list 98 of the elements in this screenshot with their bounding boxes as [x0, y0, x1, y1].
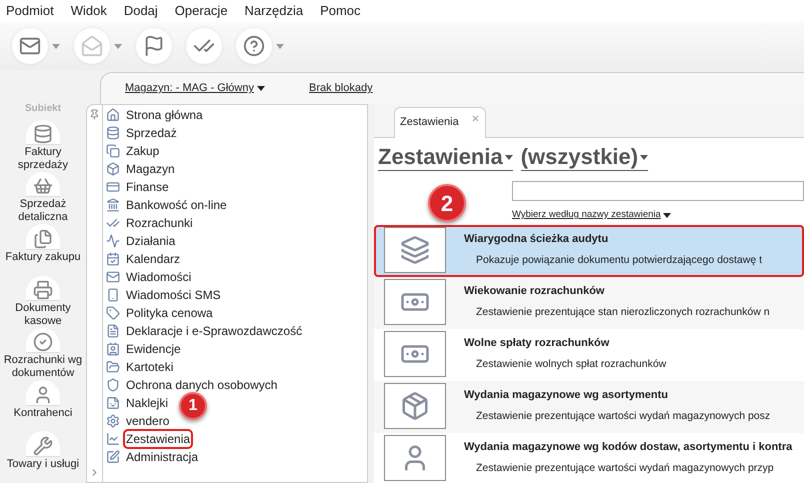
- pin-icon[interactable]: [89, 109, 100, 120]
- report-description: Zestawienie prezentujące wartości wydań magazynowych posz: [475, 408, 770, 424]
- folder-icon: [106, 360, 120, 374]
- caret-icon: [662, 212, 671, 218]
- warehouse-link[interactable]: Magazyn: - MAG - Główny: [125, 80, 265, 97]
- sidebar-item[interactable]: Faktury zakupu: [5, 250, 81, 264]
- toolbar-button[interactable]: [236, 28, 272, 64]
- documents-icon: [106, 144, 120, 158]
- check-icon: [33, 332, 53, 352]
- tree-item[interactable]: Kartoteki: [125, 359, 174, 375]
- chart-icon: [106, 432, 120, 446]
- menu-item[interactable]: Operacje: [174, 1, 228, 21]
- home-icon: [106, 108, 120, 122]
- tree-item[interactable]: Wiadomości SMS: [125, 287, 222, 303]
- tab[interactable]: Zestawienia: [394, 107, 486, 138]
- shield-icon: [106, 378, 120, 392]
- basket-icon: [33, 176, 53, 196]
- box-icon: [106, 162, 120, 176]
- annotation-badge: 2: [428, 184, 466, 222]
- tree-item[interactable]: Wiadomości: [125, 269, 192, 285]
- sticker-icon: [106, 396, 120, 410]
- sidebar-item[interactable]: Kontrahenci: [14, 406, 72, 420]
- tree-item[interactable]: Zestawienia: [125, 431, 192, 447]
- report-row[interactable]: Wolne spłaty rozrachunków Zestawienie wolnych spłat rozrachunków: [374, 329, 804, 382]
- edit-icon: [106, 450, 120, 464]
- flag-icon: [143, 35, 165, 57]
- envelope-icon: [106, 270, 120, 284]
- menu-item[interactable]: Widok: [70, 1, 107, 21]
- card-icon: [106, 180, 120, 194]
- open-envelope-icon: [81, 35, 103, 57]
- sidebar-item[interactable]: Faktury sprzedaży: [0, 146, 86, 172]
- activity-icon: [106, 234, 120, 248]
- tree-item[interactable]: Magazyn: [125, 161, 176, 177]
- tree-item[interactable]: Sprzedaż: [125, 125, 178, 141]
- report-title: Wiarygodna ścieżka audytu: [464, 232, 610, 248]
- menu-item[interactable]: Podmiot: [6, 1, 54, 21]
- category-dropdown[interactable]: Zestawienia: [378, 144, 513, 171]
- report-description: Pokazuje powiązanie dokumentu potwierdzającego dostawę t: [475, 252, 762, 268]
- dropdown-caret-icon: [52, 44, 60, 48]
- sidebar-item[interactable]: Rozrachunki wg dokumentów: [0, 354, 86, 380]
- menu-item[interactable]: Narzędzia: [244, 1, 304, 21]
- report-description: Zestawienie prezentujące stan nierozliczonych rozrachunków n: [475, 304, 770, 320]
- report-row[interactable]: Wiekowanie rozrachunków Zestawienie prezentujące stan nierozliczonych rozrachunków n: [374, 277, 804, 330]
- tree-item[interactable]: Zakup: [125, 143, 160, 159]
- report-title: Wydania magazynowe wg kodów dostaw, asortymentu i kontra: [464, 440, 792, 456]
- report-row[interactable]: Wiarygodna ścieżka audytu Pokazuje powiązanie dokumentu potwierdzającego dostawę t: [374, 225, 804, 278]
- tree-item[interactable]: vendero: [125, 413, 170, 429]
- phone-icon: [106, 288, 120, 302]
- tree-item[interactable]: Kalendarz: [125, 251, 182, 267]
- wrench-icon: [33, 436, 53, 456]
- document-icon: [106, 324, 120, 338]
- caret-icon: [640, 154, 648, 160]
- check-icon: [106, 216, 120, 230]
- tree-item[interactable]: Administracja: [125, 449, 200, 465]
- toolbar-button[interactable]: [186, 28, 222, 64]
- tree-item[interactable]: Finanse: [125, 179, 170, 195]
- lock-status-link[interactable]: Brak blokady: [308, 80, 373, 97]
- contacts-icon: [106, 342, 120, 356]
- documents-icon: [33, 228, 53, 249]
- sidebar-item[interactable]: Towary i usługi: [6, 458, 80, 472]
- bank-icon: [106, 198, 120, 212]
- logo-text: Subiekt: [24, 102, 62, 116]
- close-icon[interactable]: [470, 114, 480, 123]
- report-title: Wolne spłaty rozrachunków: [464, 336, 610, 352]
- search-field[interactable]: [512, 181, 804, 201]
- toolbar-button[interactable]: [12, 28, 48, 64]
- envelope-icon: [19, 35, 41, 57]
- report-title: Wiekowanie rozrachunków: [464, 284, 606, 300]
- tree-item[interactable]: Polityka cenowa: [125, 305, 214, 321]
- menu-item[interactable]: Dodaj: [124, 1, 158, 21]
- menu-item[interactable]: Pomoc: [320, 1, 361, 21]
- tree-item[interactable]: Bankowość on-line: [125, 197, 228, 213]
- tree-item[interactable]: Deklaracje i e-Sprawozdawczość: [125, 323, 304, 339]
- tree-item[interactable]: Naklejki: [125, 395, 170, 411]
- tree-item[interactable]: Działania: [125, 233, 176, 249]
- tag-icon: [106, 306, 120, 320]
- caret-icon: [256, 86, 265, 91]
- help-icon: [243, 35, 265, 57]
- report-description: Zestawienie prezentujące wartości wydań magazynowych przyp: [475, 460, 775, 476]
- report-row[interactable]: Wydania magazynowe wg asortymentu Zestawienie prezentujące wartości wydań magazynowych posz: [374, 381, 804, 434]
- calendar-icon: [106, 252, 120, 266]
- filter-dropdown[interactable]: (wszystkie): [520, 144, 648, 171]
- tree-item[interactable]: Ewidencje: [125, 341, 182, 357]
- dropdown-caret-icon: [114, 44, 122, 48]
- tree-item[interactable]: Ochrona danych osobowych: [125, 377, 278, 393]
- sidebar-item[interactable]: Sprzedaż detaliczna: [0, 198, 86, 224]
- stack-icon: [400, 235, 430, 266]
- toolbar-button[interactable]: [136, 28, 172, 64]
- report-description: Zestawienie wolnych spłat rozrachunków: [475, 356, 666, 372]
- report-title: Wydania magazynowe wg asortymentu: [464, 388, 669, 404]
- sidebar-item[interactable]: Dokumenty kasowe: [0, 302, 86, 328]
- dropdown-caret-icon: [276, 44, 284, 48]
- search-mode-dropdown[interactable]: Wybierz według nazwy zestawienia: [512, 208, 804, 222]
- tree-item[interactable]: Rozrachunki: [125, 215, 194, 231]
- annotation-badge: 1: [179, 392, 207, 420]
- caret-icon: [504, 154, 513, 160]
- tree-item[interactable]: Strona główna: [125, 107, 204, 123]
- gear-icon: [106, 414, 120, 428]
